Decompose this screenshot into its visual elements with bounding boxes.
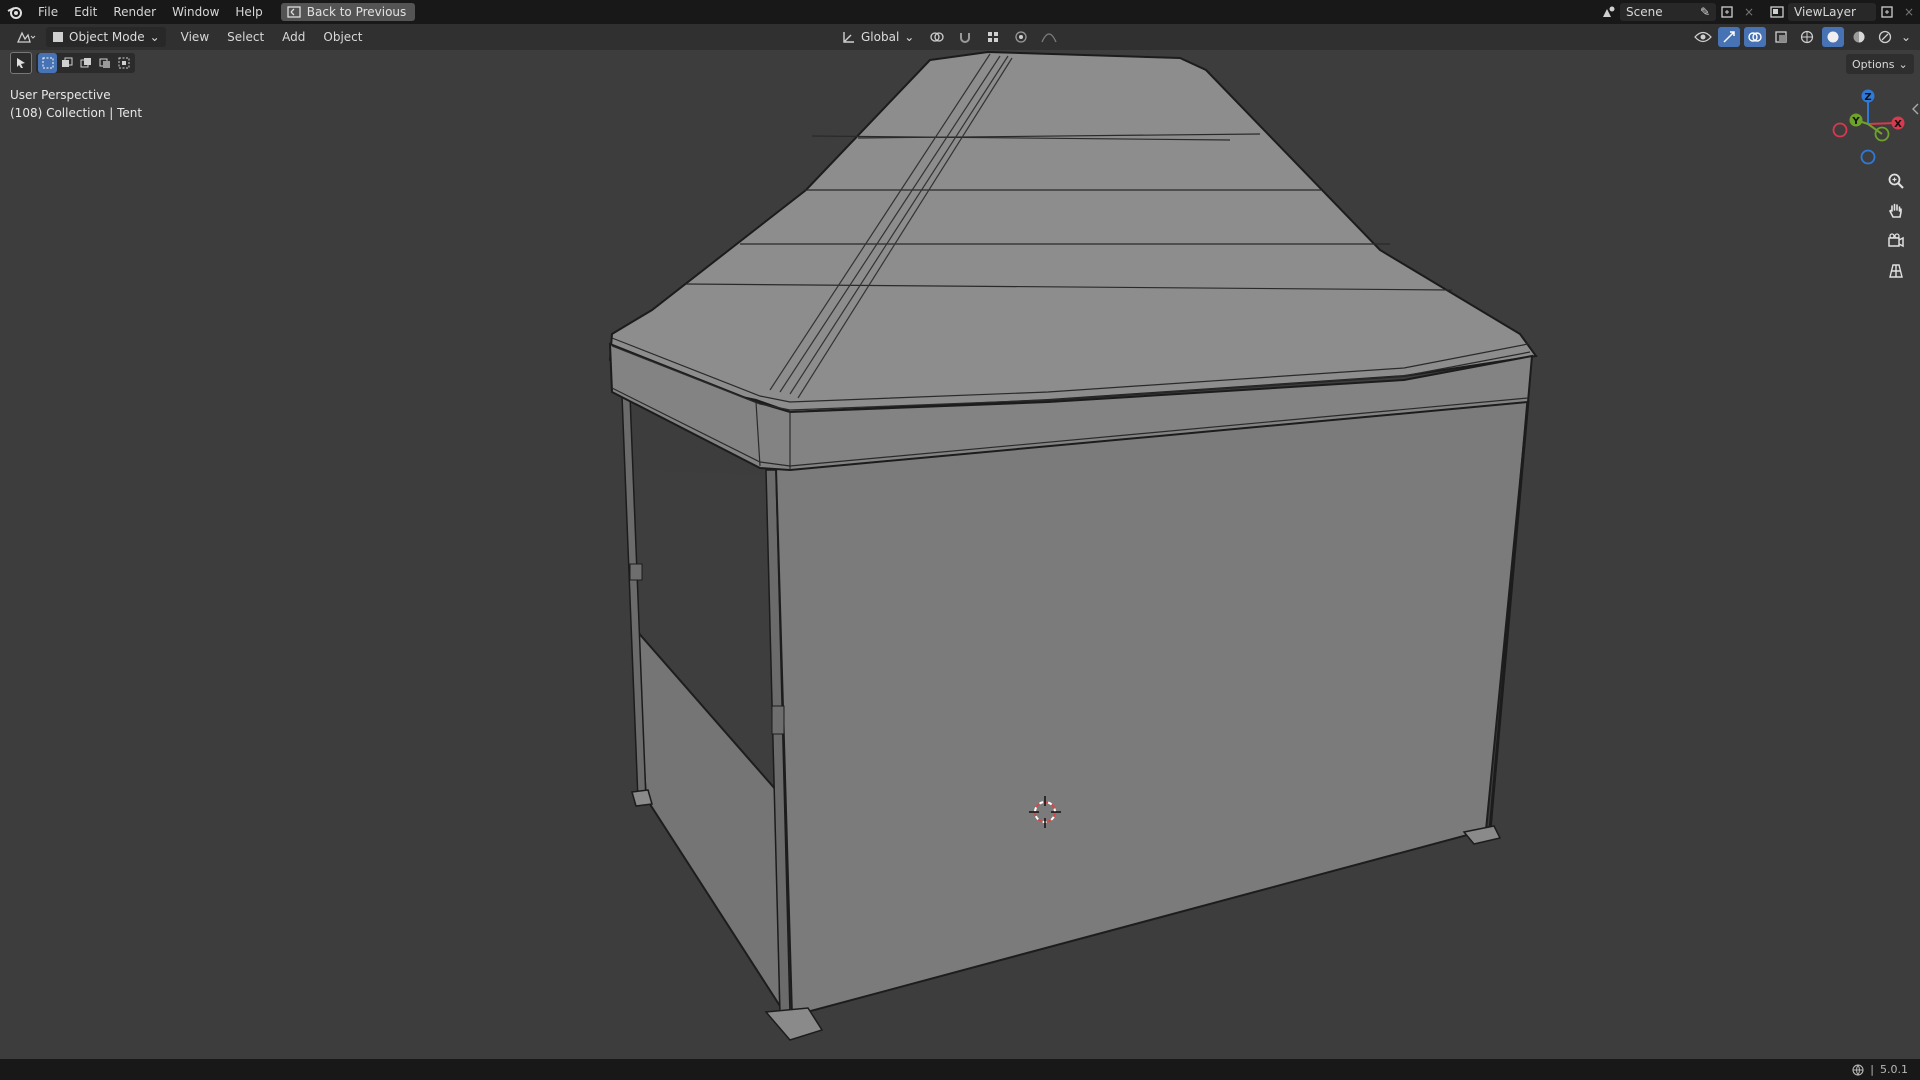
wireframe-shading-icon[interactable] <box>1796 27 1818 47</box>
status-bar: | 5.0.1 <box>0 1059 1920 1080</box>
falloff-icon[interactable] <box>1038 27 1060 47</box>
version-label: 5.0.1 <box>1880 1063 1908 1076</box>
menu-window[interactable]: Window <box>164 0 227 24</box>
view-layer-name: ViewLayer <box>1794 5 1856 19</box>
gizmo-y-label: Y <box>1851 116 1860 127</box>
options-dropdown[interactable]: Options ⌄ <box>1846 54 1914 74</box>
select-tool-icon[interactable] <box>10 52 32 74</box>
gizmo-x-label: X <box>1894 119 1902 130</box>
select-invert-icon[interactable] <box>95 53 114 73</box>
viewport-scene[interactable] <box>0 0 1920 1080</box>
material-shading-icon[interactable] <box>1848 27 1870 47</box>
mode-dropdown[interactable]: Object Mode ⌄ <box>46 27 166 47</box>
mode-label: Object Mode <box>69 30 145 44</box>
scene-name: Scene <box>1626 5 1663 19</box>
menu-object[interactable]: Object <box>314 24 371 50</box>
snap-toggle-icon[interactable] <box>954 27 976 47</box>
transform-orientation-dropdown[interactable]: Global ⌄ <box>836 27 920 47</box>
new-scene-icon[interactable] <box>1716 3 1738 21</box>
gizmo-neg-x[interactable] <box>1832 122 1848 138</box>
blender-logo-icon[interactable] <box>0 0 30 24</box>
rendered-shading-icon[interactable] <box>1874 27 1896 47</box>
menu-file[interactable]: File <box>30 0 66 24</box>
selection-mode-group <box>36 53 135 73</box>
chevron-down-icon: ⌄ <box>1898 57 1908 71</box>
options-label: Options <box>1852 57 1895 71</box>
menu-select[interactable]: Select <box>218 24 273 50</box>
chevron-down-icon: ⌄ <box>149 30 160 44</box>
delete-view-layer-icon[interactable]: × <box>1898 3 1920 21</box>
version-separator: | <box>1870 1063 1874 1076</box>
version-info: | 5.0.1 <box>1852 1063 1920 1076</box>
gizmo-neg-z[interactable] <box>1860 149 1876 165</box>
chevron-down-icon[interactable]: ⌄ <box>1900 27 1912 47</box>
screen-back-icon <box>287 6 301 18</box>
zoom-icon[interactable] <box>1882 170 1910 192</box>
view-layer-icon[interactable] <box>1766 3 1788 21</box>
menu-help[interactable]: Help <box>227 0 270 24</box>
tent-foot-front <box>764 1007 824 1041</box>
object-mode-icon <box>53 32 63 42</box>
navigation-gizmo[interactable]: Z Y X <box>1830 84 1916 170</box>
snap-target-icon[interactable] <box>982 27 1004 47</box>
select-intersect-icon[interactable] <box>114 53 133 73</box>
perspective-label: User Perspective <box>10 88 111 102</box>
grid-icon[interactable] <box>1882 260 1910 282</box>
gizmo-z-label: Z <box>1864 92 1871 103</box>
gizmo-toggle-icon[interactable] <box>1718 27 1740 47</box>
tent-front-wall <box>774 398 1530 1018</box>
scene-icon[interactable] <box>1598 3 1620 21</box>
visibility-icon[interactable] <box>1692 27 1714 47</box>
viewport-info: User Perspective (108) Collection | Tent <box>10 86 142 122</box>
pole-clip <box>629 563 643 581</box>
menu-edit[interactable]: Edit <box>66 0 105 24</box>
tent-roof-top <box>608 50 1538 414</box>
select-new-icon[interactable] <box>38 53 57 73</box>
pin-icon[interactable]: ✎ <box>1700 5 1710 19</box>
pole-clip <box>771 705 785 735</box>
viewport-display-tools: ⌄ <box>1692 27 1912 47</box>
collection-info-label: (108) Collection | Tent <box>10 106 143 120</box>
camera-icon[interactable] <box>1882 230 1910 252</box>
viewport-nav-buttons <box>1882 170 1910 282</box>
proportional-edit-icon[interactable] <box>1010 27 1032 47</box>
tent-foot-back <box>631 789 653 807</box>
menu-render[interactable]: Render <box>105 0 164 24</box>
orientation-label: Global <box>861 30 900 44</box>
back-to-previous-button[interactable]: Back to Previous <box>280 3 416 21</box>
hand-pan-icon[interactable] <box>1882 200 1910 222</box>
back-button-label: Back to Previous <box>306 5 407 19</box>
xray-toggle-icon[interactable] <box>1770 27 1792 47</box>
top-right-controls: Scene ✎ × ViewLayer × <box>1598 0 1920 24</box>
select-subtract-icon[interactable] <box>76 53 95 73</box>
overlays-toggle-icon[interactable] <box>1744 27 1766 47</box>
globe-icon <box>1852 1063 1864 1076</box>
tool-settings-row <box>10 52 135 74</box>
new-view-layer-icon[interactable] <box>1876 3 1898 21</box>
viewport-header: Object Mode ⌄ View Select Add Object Glo… <box>0 24 1920 50</box>
delete-scene-icon[interactable]: × <box>1738 3 1760 21</box>
solid-shading-icon[interactable] <box>1822 27 1844 47</box>
chevron-down-icon: ⌄ <box>904 30 915 44</box>
editor-type-icon[interactable] <box>12 27 40 47</box>
orientation-icon <box>843 32 854 43</box>
pivot-point-icon[interactable] <box>926 27 948 47</box>
menu-view[interactable]: View <box>172 24 218 50</box>
select-extend-icon[interactable] <box>57 53 76 73</box>
transform-tools: Global ⌄ <box>836 27 1060 47</box>
view-layer-selector[interactable]: ViewLayer <box>1788 3 1876 21</box>
scene-selector[interactable]: Scene ✎ <box>1620 3 1716 21</box>
menu-add[interactable]: Add <box>273 24 314 50</box>
top-menu-bar: File Edit Render Window Help Back to Pre… <box>0 0 1920 24</box>
